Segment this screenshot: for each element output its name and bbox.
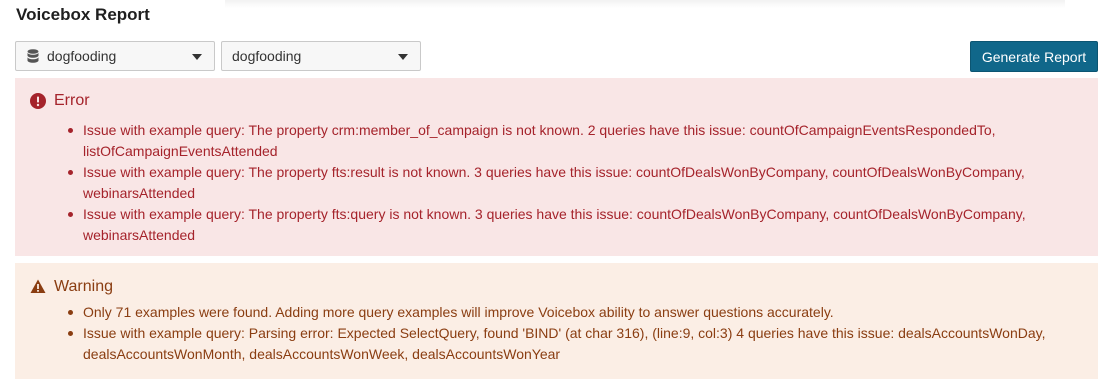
warning-triangle-icon [30,279,46,295]
warning-item: Issue with example query: Parsing error:… [65,323,1088,365]
database-icon [27,48,39,64]
secondary-select-value: dogfooding [232,48,302,64]
secondary-select[interactable]: dogfooding [221,41,421,71]
error-circle-icon [30,93,46,109]
error-item: Issue with example query: The property f… [65,162,1088,204]
warning-item: Only 71 examples were found. Adding more… [65,302,1088,323]
database-select[interactable]: dogfooding [15,41,215,71]
error-panel: Error Issue with example query: The prop… [15,78,1098,256]
error-item: Issue with example query: The property f… [65,204,1088,246]
page-title: Voicebox Report [16,5,150,24]
generate-report-button[interactable]: Generate Report [970,41,1098,72]
error-item: Issue with example query: The property c… [65,120,1088,162]
database-select-value: dogfooding [47,48,117,64]
warning-heading: Warning [30,278,113,296]
error-heading-text: Error [54,92,90,109]
warning-panel: Warning Only 71 examples were found. Add… [15,263,1098,379]
chevron-down-icon [192,54,202,60]
report-toolbar: dogfooding dogfooding Generate Report [15,41,1098,72]
chevron-down-icon [398,54,408,60]
warning-list: Only 71 examples were found. Adding more… [65,302,1088,365]
error-list: Issue with example query: The property c… [65,120,1088,246]
error-heading: Error [30,92,90,110]
voicebox-report-page: Voicebox Report dogfooding dogfooding Ge… [0,0,1113,389]
header-shadow [225,0,1065,8]
warning-heading-text: Warning [54,278,113,295]
